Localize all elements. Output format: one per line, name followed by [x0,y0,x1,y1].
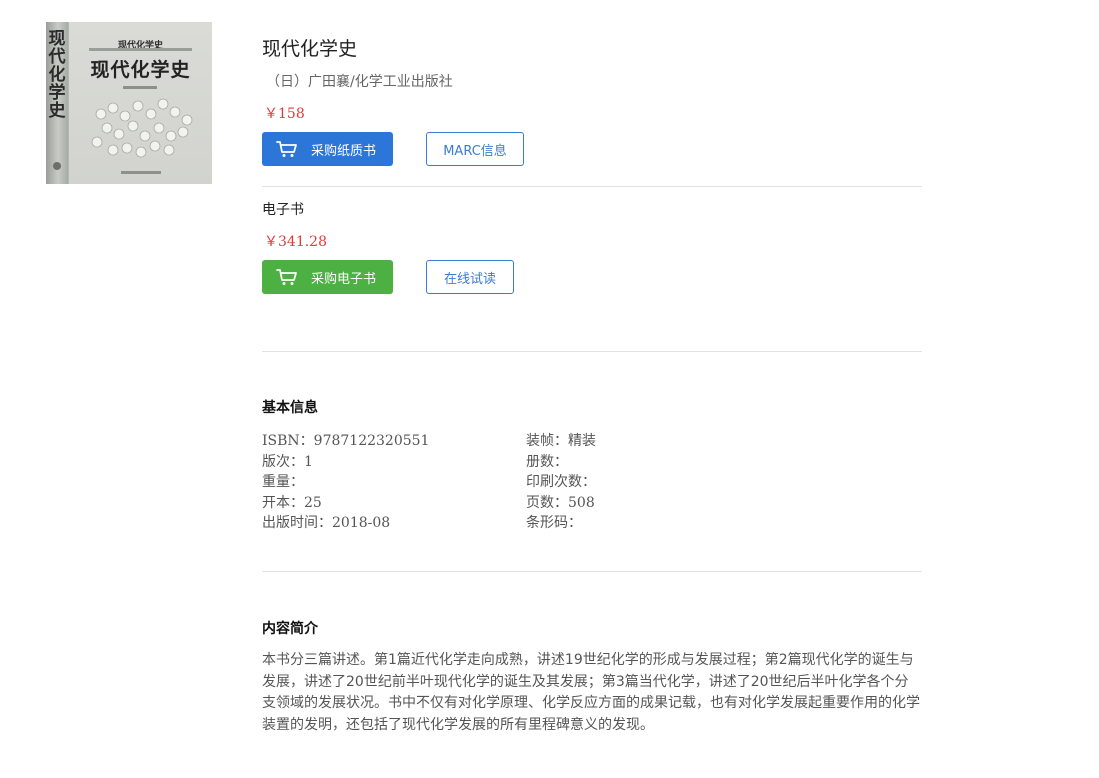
buy-ebook-label: 采购电子书 [310,271,376,287]
basic-info-right-column: 装帧：精装 册数： 印刷次数： 页数：508 条形码： [526,431,596,534]
spine-publisher-logo [53,162,61,170]
cover-subtitle-line [89,48,192,51]
info-publish-date: 出版时间：2018-08 [262,515,391,531]
paper-price: ￥158 [264,106,305,122]
info-print-count: 印刷次数： [526,474,596,490]
basic-info-heading: 基本信息 [262,400,318,416]
divider [262,571,922,572]
author-publisher: （日）广田襄/化学工业出版社 [266,74,453,90]
read-online-button[interactable]: 在线试读 [426,260,514,294]
spine-title: 现 代 化 学 史 [48,29,66,121]
info-isbn: ISBN：9787122320551 [262,433,430,449]
info-barcode: 条形码： [526,515,582,531]
buy-paper-book-label: 采购纸质书 [310,143,376,159]
info-weight: 重量： [262,474,304,490]
buy-paper-book-button[interactable]: 采购纸质书 [262,132,393,166]
intro-heading: 内容简介 [262,621,318,637]
book-title: 现代化学史 [262,38,358,60]
cover-publisher-line [121,171,161,174]
marc-info-button[interactable]: MARC信息 [426,132,524,166]
buy-ebook-button[interactable]: 采购电子书 [262,260,393,294]
info-volumes: 册数： [526,453,568,470]
book-spine: 现 代 化 学 史 [46,22,68,184]
ebook-label: 电子书 [262,202,304,218]
ebook-price: ￥341.28 [264,234,327,250]
info-pages: 页数：508 [526,494,595,511]
info-binding: 装帧：精装 [526,433,596,449]
intro-text: 本书分三篇讲述。第1篇近代化学走向成熟，讲述19世纪化学的形成与发展过程；第2篇… [262,652,920,733]
divider [262,351,922,352]
cover-molecule-illustration [91,98,193,158]
cover-big-title: 现代化学史 [90,59,191,81]
cart-icon [276,141,297,157]
cover-author-line [123,86,157,89]
info-edition: 版次：1 [262,453,313,470]
info-format: 开本：25 [262,494,322,511]
divider [262,186,922,187]
basic-info-left-column: ISBN：9787122320551 版次：1 重量： 开本：25 出版时间：2… [262,431,429,534]
cart-icon [276,269,297,285]
cover-front: 现代化学史 现代化学史 [68,22,212,184]
book-cover: 现 代 化 学 史 现代化学史 现代化学史 [46,22,212,184]
